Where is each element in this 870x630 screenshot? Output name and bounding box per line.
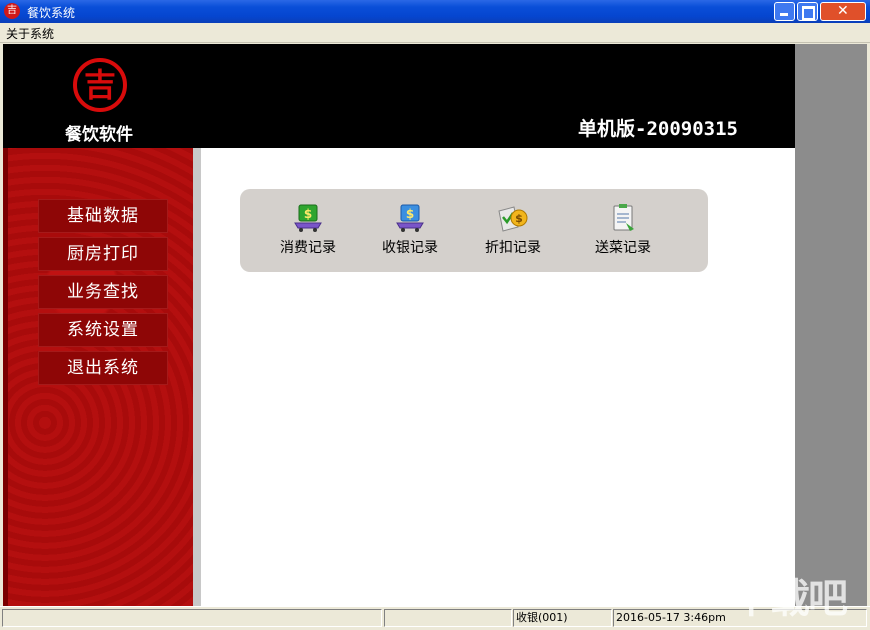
nav-basic-data-button[interactable]: 基础数据 xyxy=(38,199,168,233)
sidebar-divider xyxy=(193,148,201,606)
menu-bar: 关于系统 xyxy=(0,23,870,43)
sidebar: 基础数据 厨房打印 业务查找 系统设置 退出系统 xyxy=(3,148,193,606)
close-icon: ✕ xyxy=(837,3,849,19)
delivery-clipboard-icon xyxy=(606,203,640,233)
svg-text:$: $ xyxy=(515,212,523,225)
tool-label: 送菜记录 xyxy=(595,240,651,256)
blue-money-cart-icon: $ xyxy=(393,203,427,233)
delivery-records-button[interactable]: 送菜记录 xyxy=(583,203,663,257)
maximize-icon xyxy=(802,6,815,20)
right-gutter xyxy=(795,44,867,606)
menu-about-system[interactable]: 关于系统 xyxy=(6,25,54,42)
window-title: 餐饮系统 xyxy=(27,6,76,20)
minimize-button[interactable] xyxy=(774,2,795,21)
green-money-cart-icon: $ xyxy=(291,203,325,233)
consumption-records-button[interactable]: $ 消费记录 xyxy=(268,203,348,257)
brand-name: 餐饮软件 xyxy=(65,125,133,145)
title-bar[interactable]: 吉 餐饮系统 ✕ xyxy=(0,0,870,23)
header-banner: 吉 餐饮软件 单机版-20090315 xyxy=(3,44,795,148)
discount-records-button[interactable]: $ 折扣记录 xyxy=(473,203,553,257)
status-cell-2 xyxy=(384,609,512,627)
content-area: $ 消费记录 $ 收银记录 $ 折扣记录 送菜记录 xyxy=(201,148,795,606)
logo-glyph: 吉 xyxy=(83,66,116,104)
app-icon: 吉 xyxy=(4,3,20,19)
logo: 吉 xyxy=(73,58,127,112)
discount-coin-icon: $ xyxy=(496,203,530,233)
cashier-records-button[interactable]: $ 收银记录 xyxy=(370,203,450,257)
tool-label: 收银记录 xyxy=(382,240,438,256)
nav-system-settings-button[interactable]: 系统设置 xyxy=(38,313,168,347)
svg-text:$: $ xyxy=(406,207,414,221)
maximize-button[interactable] xyxy=(797,2,818,21)
status-operator: 收银(001) xyxy=(513,609,612,627)
version-label: 单机版-20090315 xyxy=(578,118,738,140)
tool-label: 折扣记录 xyxy=(485,240,541,256)
nav-kitchen-print-button[interactable]: 厨房打印 xyxy=(38,237,168,271)
nav-exit-system-button[interactable]: 退出系统 xyxy=(38,351,168,385)
tool-label: 消费记录 xyxy=(280,240,336,256)
svg-text:$: $ xyxy=(304,207,312,221)
status-cell-1 xyxy=(2,609,382,627)
records-toolbar: $ 消费记录 $ 收银记录 $ 折扣记录 送菜记录 xyxy=(240,189,708,272)
close-button[interactable]: ✕ xyxy=(820,2,866,21)
watermark: 下载吧 xyxy=(732,576,848,622)
main-window-client: 吉 餐饮软件 单机版-20090315 基础数据 厨房打印 业务查找 系统设置 … xyxy=(3,44,867,606)
nav-business-search-button[interactable]: 业务查找 xyxy=(38,275,168,309)
minimize-icon xyxy=(780,13,788,16)
